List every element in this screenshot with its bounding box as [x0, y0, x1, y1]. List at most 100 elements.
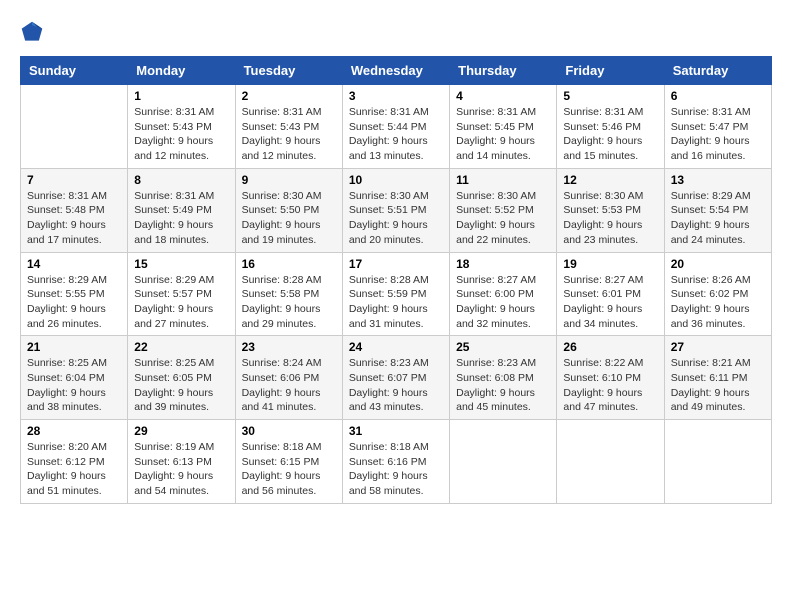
- calendar-cell: 8 Sunrise: 8:31 AMSunset: 5:49 PMDaylight…: [128, 168, 235, 252]
- calendar-cell: 13 Sunrise: 8:29 AMSunset: 5:54 PMDayligh…: [664, 168, 771, 252]
- logo-icon: [20, 20, 44, 44]
- calendar-cell: [21, 85, 128, 169]
- day-number: 24: [349, 340, 443, 354]
- day-info: Sunrise: 8:20 AMSunset: 6:12 PMDaylight:…: [27, 440, 121, 499]
- calendar-cell: 23 Sunrise: 8:24 AMSunset: 6:06 PMDayligh…: [235, 336, 342, 420]
- day-number: 29: [134, 424, 228, 438]
- day-info: Sunrise: 8:31 AMSunset: 5:47 PMDaylight:…: [671, 105, 765, 164]
- calendar-cell: 11Sunrise: 8:30 AMSunset: 5:52 PMDayligh…: [450, 168, 557, 252]
- calendar-week-5: 28 Sunrise: 8:20 AMSunset: 6:12 PMDayligh…: [21, 420, 772, 504]
- day-number: 19: [563, 257, 657, 271]
- calendar-cell: 31 Sunrise: 8:18 AMSunset: 6:16 PMDayligh…: [342, 420, 449, 504]
- day-number: 15: [134, 257, 228, 271]
- calendar-week-4: 21 Sunrise: 8:25 AMSunset: 6:04 PMDayligh…: [21, 336, 772, 420]
- day-number: 6: [671, 89, 765, 103]
- calendar-cell: 21 Sunrise: 8:25 AMSunset: 6:04 PMDayligh…: [21, 336, 128, 420]
- day-info: Sunrise: 8:18 AMSunset: 6:15 PMDaylight:…: [242, 440, 336, 499]
- calendar-week-1: 1 Sunrise: 8:31 AMSunset: 5:43 PMDaylight…: [21, 85, 772, 169]
- day-number: 2: [242, 89, 336, 103]
- day-number: 3: [349, 89, 443, 103]
- day-info: Sunrise: 8:23 AMSunset: 6:07 PMDaylight:…: [349, 356, 443, 415]
- day-info: Sunrise: 8:29 AMSunset: 5:57 PMDaylight:…: [134, 273, 228, 332]
- calendar-cell: 9 Sunrise: 8:30 AMSunset: 5:50 PMDaylight…: [235, 168, 342, 252]
- day-number: 23: [242, 340, 336, 354]
- day-info: Sunrise: 8:29 AMSunset: 5:54 PMDaylight:…: [671, 189, 765, 248]
- header: [20, 20, 772, 44]
- day-info: Sunrise: 8:25 AMSunset: 6:04 PMDaylight:…: [27, 356, 121, 415]
- day-header-monday: Monday: [128, 57, 235, 85]
- calendar-cell: 10Sunrise: 8:30 AMSunset: 5:51 PMDayligh…: [342, 168, 449, 252]
- calendar-cell: 2Sunrise: 8:31 AMSunset: 5:43 PMDaylight…: [235, 85, 342, 169]
- calendar-cell: 6 Sunrise: 8:31 AMSunset: 5:47 PMDaylight…: [664, 85, 771, 169]
- day-number: 20: [671, 257, 765, 271]
- day-info: Sunrise: 8:22 AMSunset: 6:10 PMDaylight:…: [563, 356, 657, 415]
- day-number: 31: [349, 424, 443, 438]
- calendar-cell: 14 Sunrise: 8:29 AMSunset: 5:55 PMDayligh…: [21, 252, 128, 336]
- calendar-cell: 24 Sunrise: 8:23 AMSunset: 6:07 PMDayligh…: [342, 336, 449, 420]
- day-number: 8: [134, 173, 228, 187]
- calendar-cell: [557, 420, 664, 504]
- day-number: 13: [671, 173, 765, 187]
- calendar-cell: 25 Sunrise: 8:23 AMSunset: 6:08 PMDayligh…: [450, 336, 557, 420]
- day-number: 22: [134, 340, 228, 354]
- day-header-saturday: Saturday: [664, 57, 771, 85]
- day-info: Sunrise: 8:18 AMSunset: 6:16 PMDaylight:…: [349, 440, 443, 499]
- calendar-cell: 28 Sunrise: 8:20 AMSunset: 6:12 PMDayligh…: [21, 420, 128, 504]
- day-header-wednesday: Wednesday: [342, 57, 449, 85]
- day-number: 28: [27, 424, 121, 438]
- calendar-week-2: 7 Sunrise: 8:31 AMSunset: 5:48 PMDaylight…: [21, 168, 772, 252]
- day-number: 17: [349, 257, 443, 271]
- day-info: Sunrise: 8:19 AMSunset: 6:13 PMDaylight:…: [134, 440, 228, 499]
- day-number: 9: [242, 173, 336, 187]
- calendar-cell: 19Sunrise: 8:27 AMSunset: 6:01 PMDayligh…: [557, 252, 664, 336]
- day-number: 4: [456, 89, 550, 103]
- day-info: Sunrise: 8:31 AMSunset: 5:46 PMDaylight:…: [563, 105, 657, 164]
- day-info: Sunrise: 8:28 AMSunset: 5:58 PMDaylight:…: [242, 273, 336, 332]
- calendar-cell: [450, 420, 557, 504]
- calendar-cell: 27Sunrise: 8:21 AMSunset: 6:11 PMDayligh…: [664, 336, 771, 420]
- calendar-cell: 16 Sunrise: 8:28 AMSunset: 5:58 PMDayligh…: [235, 252, 342, 336]
- calendar-cell: [664, 420, 771, 504]
- day-info: Sunrise: 8:31 AMSunset: 5:44 PMDaylight:…: [349, 105, 443, 164]
- day-info: Sunrise: 8:26 AMSunset: 6:02 PMDaylight:…: [671, 273, 765, 332]
- day-number: 12: [563, 173, 657, 187]
- day-number: 1: [134, 89, 228, 103]
- day-number: 14: [27, 257, 121, 271]
- logo: [20, 20, 48, 44]
- day-info: Sunrise: 8:31 AMSunset: 5:45 PMDaylight:…: [456, 105, 550, 164]
- day-header-sunday: Sunday: [21, 57, 128, 85]
- day-number: 7: [27, 173, 121, 187]
- day-number: 16: [242, 257, 336, 271]
- day-info: Sunrise: 8:24 AMSunset: 6:06 PMDaylight:…: [242, 356, 336, 415]
- calendar-cell: 5Sunrise: 8:31 AMSunset: 5:46 PMDaylight…: [557, 85, 664, 169]
- day-header-friday: Friday: [557, 57, 664, 85]
- day-info: Sunrise: 8:31 AMSunset: 5:49 PMDaylight:…: [134, 189, 228, 248]
- day-info: Sunrise: 8:28 AMSunset: 5:59 PMDaylight:…: [349, 273, 443, 332]
- day-number: 10: [349, 173, 443, 187]
- calendar-cell: 12 Sunrise: 8:30 AMSunset: 5:53 PMDayligh…: [557, 168, 664, 252]
- day-number: 21: [27, 340, 121, 354]
- day-number: 26: [563, 340, 657, 354]
- calendar-header-row: SundayMondayTuesdayWednesdayThursdayFrid…: [21, 57, 772, 85]
- calendar-cell: 1 Sunrise: 8:31 AMSunset: 5:43 PMDaylight…: [128, 85, 235, 169]
- day-info: Sunrise: 8:31 AMSunset: 5:43 PMDaylight:…: [134, 105, 228, 164]
- day-header-thursday: Thursday: [450, 57, 557, 85]
- calendar-week-3: 14 Sunrise: 8:29 AMSunset: 5:55 PMDayligh…: [21, 252, 772, 336]
- calendar-cell: 30 Sunrise: 8:18 AMSunset: 6:15 PMDayligh…: [235, 420, 342, 504]
- day-info: Sunrise: 8:30 AMSunset: 5:50 PMDaylight:…: [242, 189, 336, 248]
- calendar-cell: 26 Sunrise: 8:22 AMSunset: 6:10 PMDayligh…: [557, 336, 664, 420]
- day-info: Sunrise: 8:25 AMSunset: 6:05 PMDaylight:…: [134, 356, 228, 415]
- day-number: 30: [242, 424, 336, 438]
- calendar-cell: 3 Sunrise: 8:31 AMSunset: 5:44 PMDaylight…: [342, 85, 449, 169]
- day-info: Sunrise: 8:31 AMSunset: 5:48 PMDaylight:…: [27, 189, 121, 248]
- day-info: Sunrise: 8:23 AMSunset: 6:08 PMDaylight:…: [456, 356, 550, 415]
- calendar-cell: 4 Sunrise: 8:31 AMSunset: 5:45 PMDaylight…: [450, 85, 557, 169]
- day-info: Sunrise: 8:30 AMSunset: 5:53 PMDaylight:…: [563, 189, 657, 248]
- day-number: 25: [456, 340, 550, 354]
- day-info: Sunrise: 8:27 AMSunset: 6:00 PMDaylight:…: [456, 273, 550, 332]
- calendar-cell: 20 Sunrise: 8:26 AMSunset: 6:02 PMDayligh…: [664, 252, 771, 336]
- day-info: Sunrise: 8:29 AMSunset: 5:55 PMDaylight:…: [27, 273, 121, 332]
- day-header-tuesday: Tuesday: [235, 57, 342, 85]
- day-info: Sunrise: 8:30 AMSunset: 5:52 PMDaylight:…: [456, 189, 550, 248]
- calendar-cell: 18Sunrise: 8:27 AMSunset: 6:00 PMDayligh…: [450, 252, 557, 336]
